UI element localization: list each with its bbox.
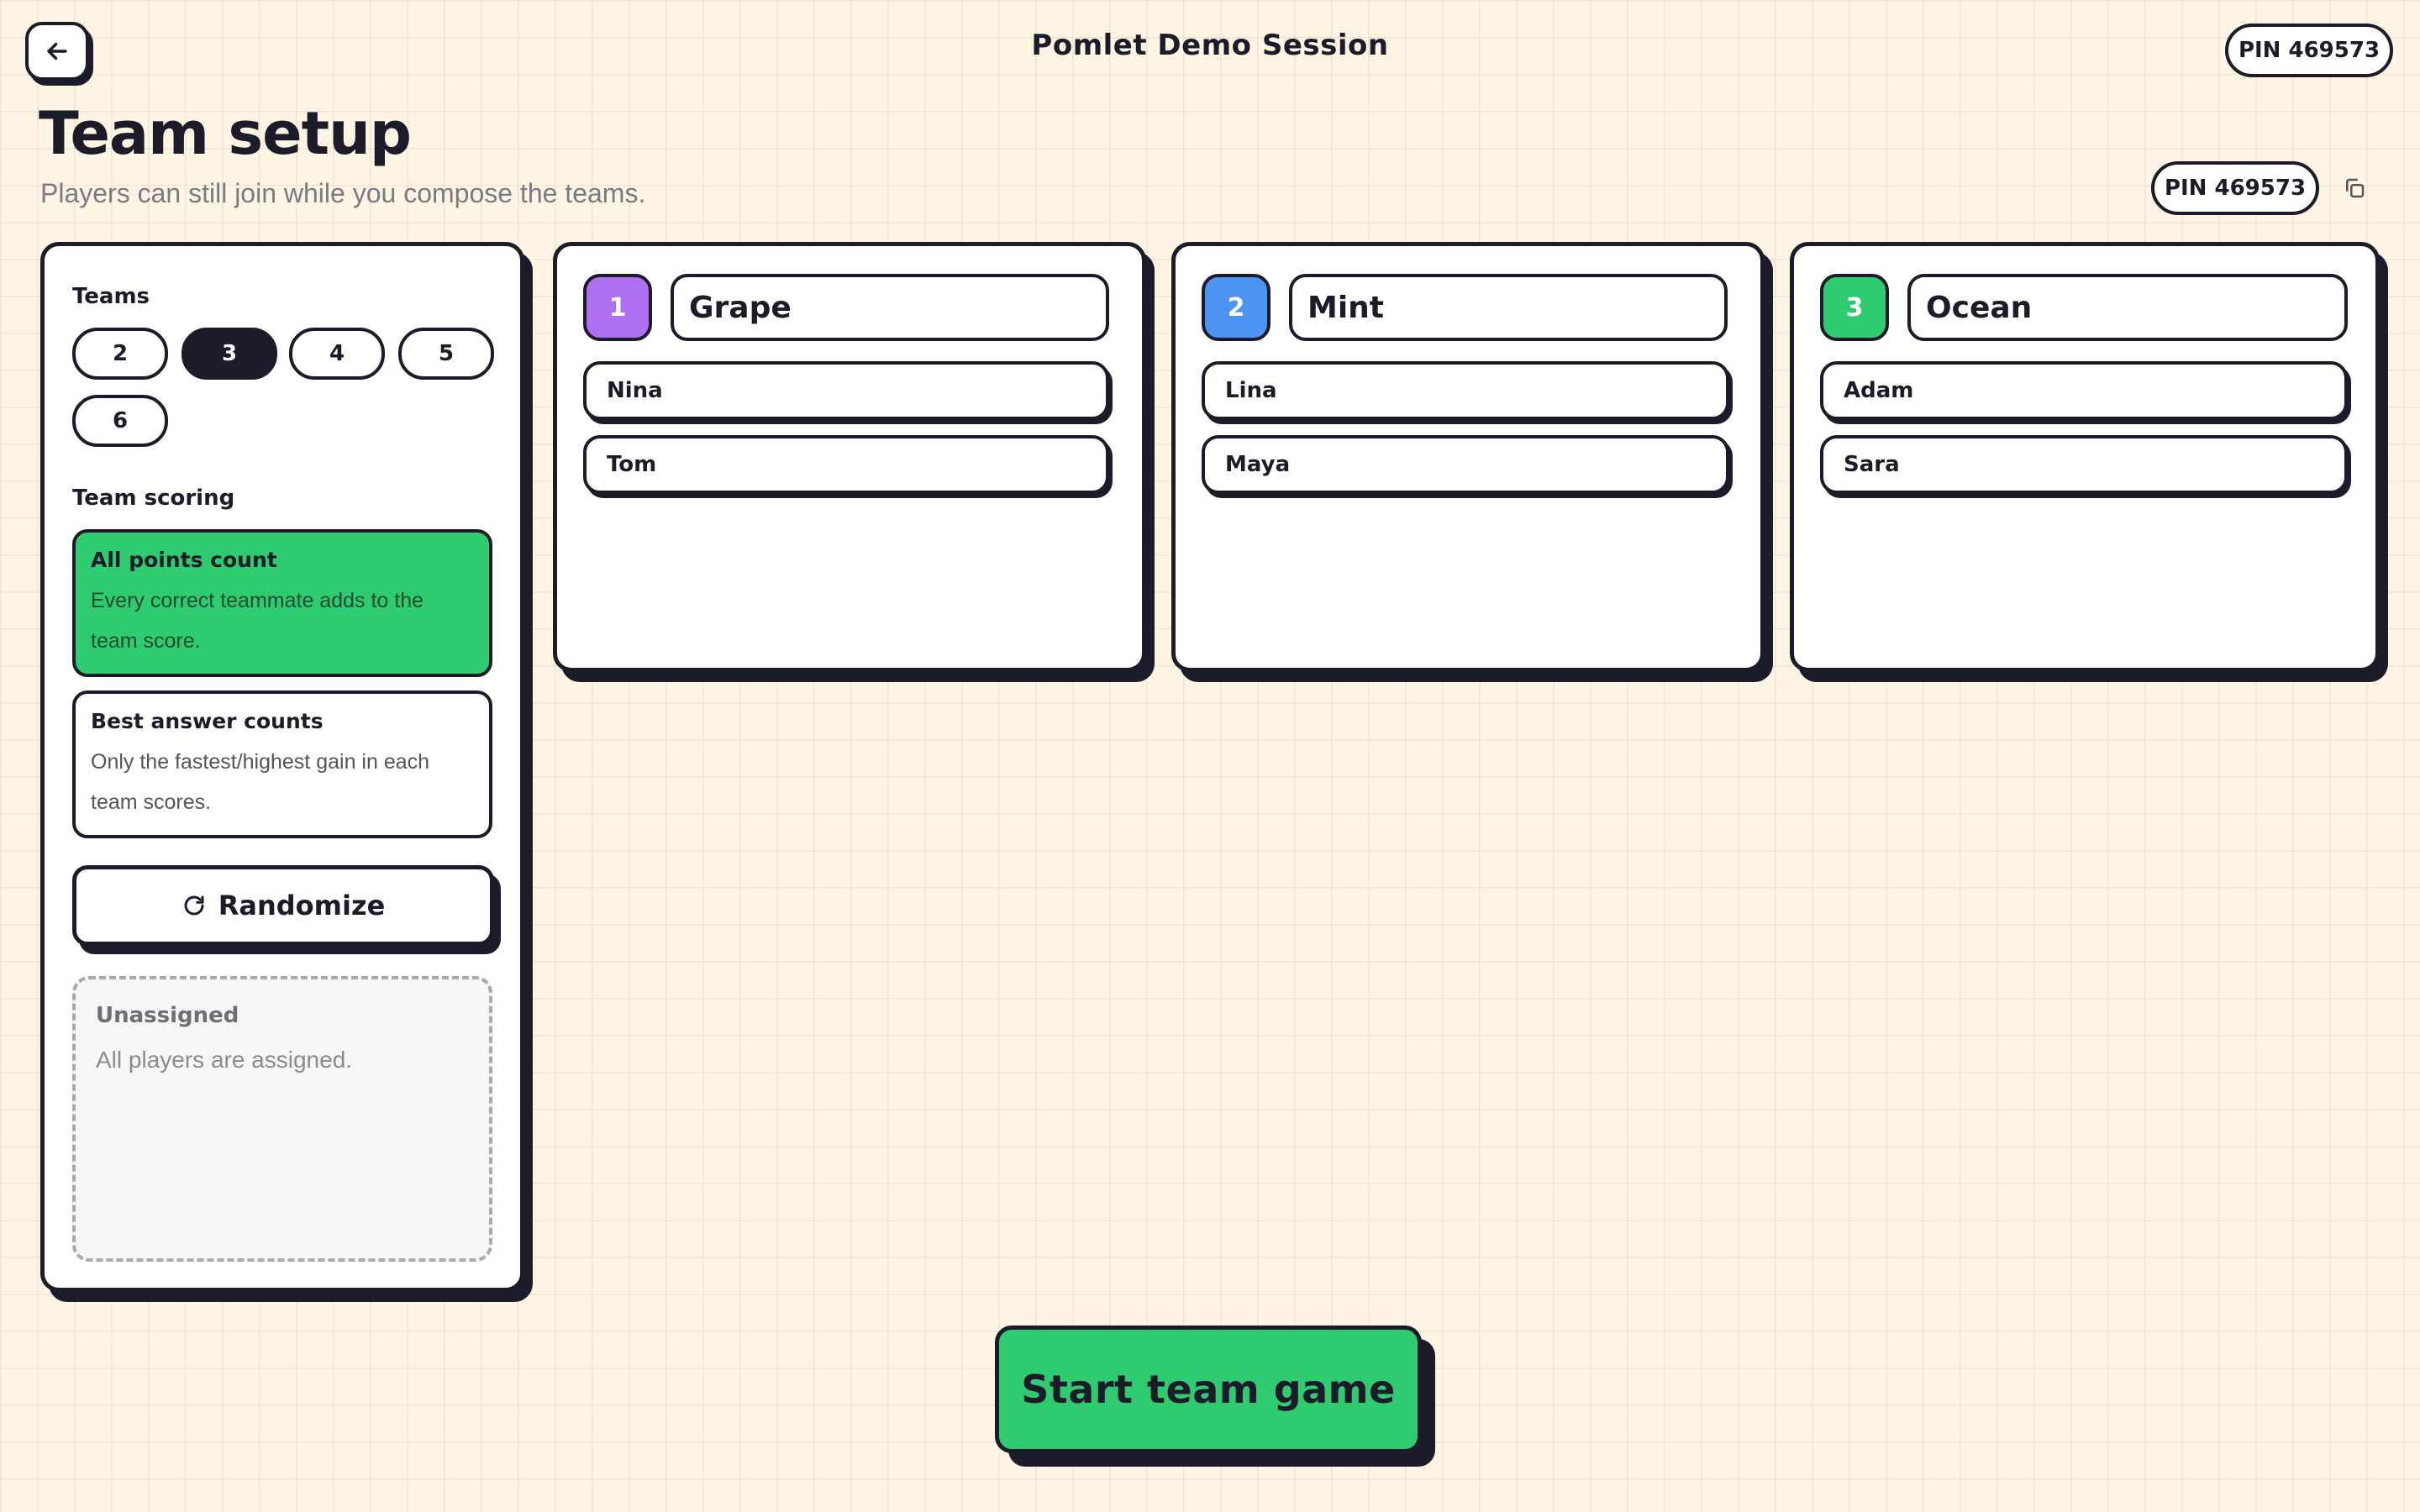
player-chip[interactable]: Tom (583, 435, 1109, 494)
teams-label: Teams (72, 284, 150, 309)
scoring-option-all-points[interactable]: All points count Every correct teammate … (72, 529, 492, 677)
team-count-option-selected[interactable]: 3 (182, 328, 277, 380)
unassigned-empty-text: All players are assigned. (96, 1047, 353, 1073)
copy-pin-button[interactable] (2336, 170, 2373, 207)
player-chip[interactable]: Lina (1202, 361, 1729, 420)
pin-badge-header: PIN 469573 (2225, 24, 2393, 77)
player-chip[interactable]: Nina (583, 361, 1109, 420)
player-chip[interactable]: Adam (1820, 361, 2348, 420)
team-name-input[interactable]: Mint (1289, 274, 1728, 341)
team-name-input[interactable]: Ocean (1907, 274, 2348, 341)
team-count-option[interactable]: 2 (72, 328, 168, 380)
scoring-option-description: Every correct teammate adds to the team … (91, 589, 424, 653)
player-chip[interactable]: Sara (1820, 435, 2348, 494)
team-number-badge: 3 (1820, 274, 1889, 341)
session-title: Pomlet Demo Session (1031, 29, 1389, 62)
unassigned-dropzone[interactable]: Unassigned All players are assigned. (72, 976, 492, 1262)
team-count-option[interactable]: 6 (72, 395, 168, 447)
page-title: Team setup (39, 99, 412, 168)
arrow-left-icon (47, 42, 67, 60)
page-subtitle: Players can still join while you compose… (40, 178, 646, 208)
team-count-option[interactable]: 5 (398, 328, 494, 380)
start-team-game-button[interactable]: Start team game (995, 1326, 1422, 1453)
scoring-option-title: All points count (91, 548, 277, 572)
team-name-input[interactable]: Grape (671, 274, 1109, 341)
copy-icon (2346, 178, 2365, 198)
unassigned-title: Unassigned (96, 1003, 239, 1028)
scoring-option-title: Best answer counts (91, 709, 324, 733)
player-chip[interactable]: Maya (1202, 435, 1729, 494)
pin-badge: PIN 469573 (2151, 161, 2319, 215)
team-number-badge: 1 (583, 274, 652, 341)
scoring-option-best-answer[interactable]: Best answer counts Only the fastest/high… (72, 690, 492, 838)
randomize-button[interactable]: Randomize (72, 865, 494, 946)
refresh-icon (184, 895, 204, 916)
randomize-label: Randomize (218, 890, 386, 921)
back-button[interactable] (25, 22, 89, 81)
team-scoring-label: Team scoring (72, 486, 235, 511)
scoring-option-description: Only the fastest/highest gain in each te… (91, 750, 430, 814)
team-number-badge: 2 (1202, 274, 1270, 341)
team-count-option[interactable]: 4 (289, 328, 385, 380)
